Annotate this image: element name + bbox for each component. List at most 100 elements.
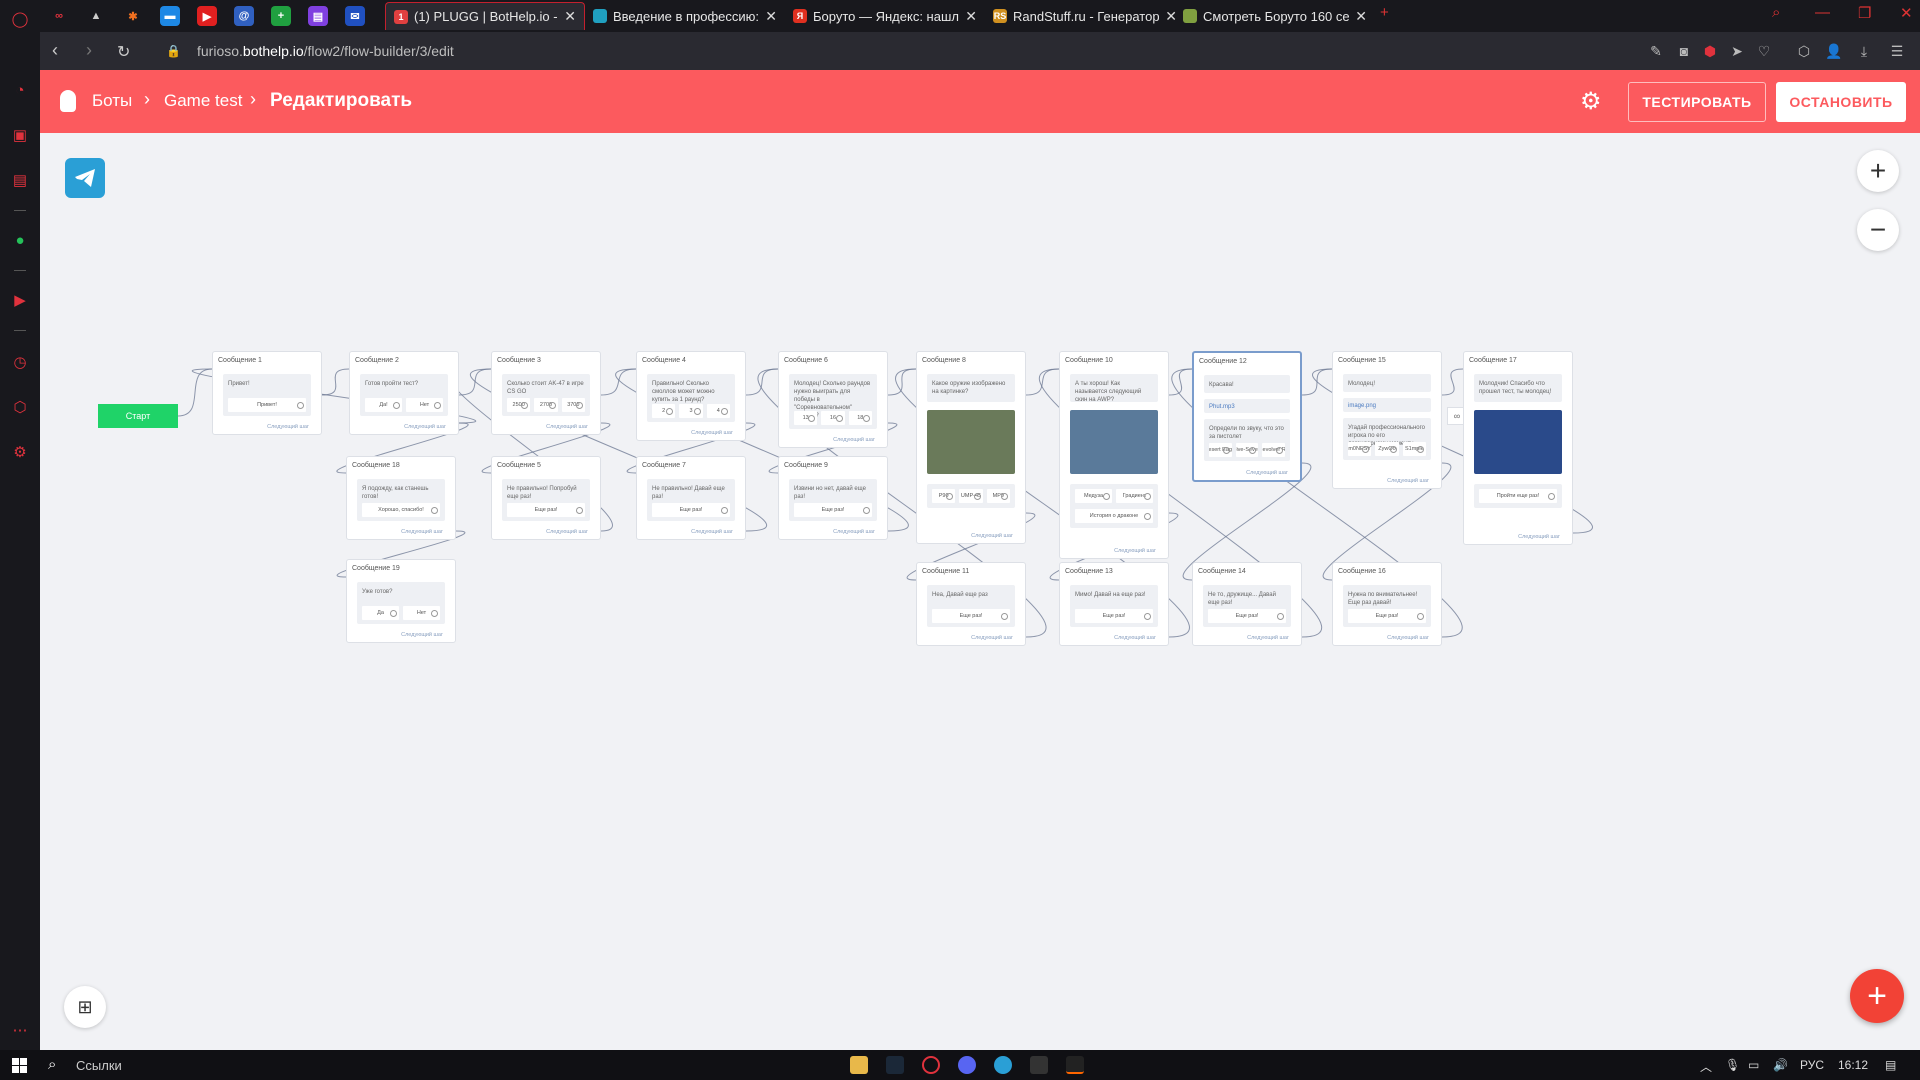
close-tab-icon[interactable]: ✕ [564,8,576,25]
close-tab-icon[interactable]: ✕ [1355,8,1367,25]
message-node[interactable]: Сообщение 9 Извини но нет, давай еще раз!… [778,456,888,540]
shop-icon[interactable]: ▣ [10,125,30,145]
message-node[interactable]: Сообщение 19 Уже готов? Да Нет Следующий шаг [346,559,456,643]
message-node[interactable]: Сообщение 15 Молодец! image.png Угадай проф… [1332,351,1442,489]
next-step-label[interactable]: Следующий шаг [546,424,588,430]
reply-button[interactable]: Да! [365,398,402,412]
pinned-tab-icon[interactable]: ▲ [86,6,106,26]
test-button[interactable]: ТЕСТИРОВАТЬ [1628,82,1766,122]
new-tab-icon[interactable]: + [1380,4,1389,21]
language-indicator[interactable]: РУС [1800,1058,1824,1072]
message-bubble[interactable]: Мимо! Давай на еще раз! Еще раз! [1070,585,1158,627]
next-step-label[interactable]: Следующий шаг [404,424,446,430]
reply-button[interactable]: Еще раз! [1208,609,1286,623]
next-step-label[interactable]: Следующий шаг [971,635,1013,641]
tray-chevron-icon[interactable]: ︿ [1700,1058,1712,1075]
restore-icon[interactable]: ❐ [1858,4,1871,22]
message-node[interactable]: Сообщение 13 Мимо! Давай на еще раз! Еще р… [1059,562,1169,646]
next-step-label[interactable]: Следующий шаг [1246,470,1288,476]
notifications-icon[interactable]: ▤ [1885,1058,1896,1072]
heart-icon[interactable]: ♡ [1755,42,1773,60]
attached-image[interactable] [1474,410,1562,474]
profile-icon[interactable]: 👤 [1825,42,1843,60]
player-icon[interactable]: ▶ [10,290,30,310]
next-step-label[interactable]: Следующий шаг [691,529,733,535]
reply-button[interactable]: Нет [403,606,440,620]
next-step-label[interactable]: Следующий шаг [401,529,443,535]
network-icon[interactable]: ▭ [1748,1058,1759,1072]
forward-icon[interactable]: › [86,40,92,61]
snapshot-icon[interactable]: ◙ [1675,42,1693,60]
reply-button[interactable]: MP9 [986,489,1010,503]
mic-icon[interactable]: 🎙 [1725,1058,1740,1072]
pinned-tab-icon[interactable]: ✱ [123,6,143,26]
reply-button[interactable]: P90 [932,489,956,503]
file-attachment[interactable]: Phut.mp3 [1204,399,1290,413]
buttons-bubble[interactable]: Пройти еще раз! [1474,484,1562,508]
shield-icon[interactable]: ⬢ [1701,42,1719,60]
attached-image[interactable] [927,410,1015,474]
next-step-label[interactable]: Следующий шаг [691,430,733,436]
next-step-label[interactable]: Следующий шаг [401,632,443,638]
message-bubble[interactable]: Сколько стоит AK-47 в игре CS GO 2500 2700… [502,374,590,416]
message-bubble[interactable]: Молодчик! Спасибо что прошел тест, ты мо… [1474,374,1562,402]
next-step-label[interactable]: Следующий шаг [1387,635,1429,641]
reply-button[interactable]: Еще раз! [794,503,872,517]
close-window-icon[interactable]: ✕ [1900,4,1913,22]
mail-icon[interactable]: ✉ [345,6,365,26]
twitch-tab-icon[interactable]: ▤ [308,6,328,26]
reply-button[interactable]: Revolver R8 [1262,443,1286,457]
message-bubble[interactable]: Молодец! [1343,374,1431,392]
reply-button[interactable]: 3 [679,404,703,418]
reply-button[interactable]: Еще раз! [1075,609,1153,623]
reply-button[interactable]: 3700 [561,398,585,412]
message-bubble[interactable]: Привет! Привет! [223,374,311,416]
pinned-tab-icon[interactable]: ▬ [160,6,180,26]
file-attachment[interactable]: image.png [1343,398,1431,412]
next-step-label[interactable]: Следующий шаг [1518,534,1560,540]
more-icon[interactable]: ⋯ [10,1020,30,1040]
explorer-icon[interactable] [850,1056,868,1074]
reply-button[interactable]: Desert Eagle [1209,443,1232,457]
breadcrumb-game-test[interactable]: Game test [164,91,242,111]
message-bubble[interactable]: Не то, дружище... Давай еще раз! Еще раз! [1203,585,1291,627]
reply-button[interactable]: История о драконе [1075,509,1153,523]
message-node[interactable]: Сообщение 6 Молодец! Сколько раундов нужн… [778,351,888,448]
message-node[interactable]: Сообщение 14 Не то, дружище... Давай еще … [1192,562,1302,646]
next-step-label[interactable]: Следующий шаг [1114,635,1156,641]
reply-button[interactable]: Градиент [1116,489,1153,503]
message-bubble[interactable]: Не правильно! Давай еще раз! Еще раз! [647,479,735,521]
back-icon[interactable]: ‹ [52,40,58,61]
taskbar-search-label[interactable]: Ссылки [76,1058,122,1073]
next-step-label[interactable]: Следующий шаг [833,529,875,535]
tab-bothelp[interactable]: 1 (1) PLUGG | BotHelp.io - Пе ✕ [385,2,585,30]
tab-yandex[interactable]: Я Боруто — Яндекс: нашлос ✕ [785,2,985,30]
message-bubble[interactable]: Извини но нет, давай еще раз! Еще раз! [789,479,877,521]
message-node[interactable]: Сообщение 17 Молодчик! Спасибо что прошел… [1463,351,1573,545]
reply-button[interactable]: Да [362,606,399,620]
next-step-label[interactable]: Следующий шаг [833,437,875,443]
reply-button[interactable]: ZywOo [1375,442,1399,456]
breadcrumb-bots[interactable]: Боты [92,91,132,111]
sheets-icon[interactable]: + [271,6,291,26]
opera-logo-icon[interactable]: ◯ [10,9,30,29]
message-bubble[interactable]: А ты хорош! Как называется следующий ски… [1070,374,1158,403]
message-node[interactable]: Сообщение 5 Не правильно! Попробуй еще ра… [491,456,601,540]
reply-button[interactable]: 2500 [507,398,531,412]
next-step-label[interactable]: Следующий шаг [546,529,588,535]
next-step-label[interactable]: Следующий шаг [1247,635,1289,641]
reply-button[interactable]: Еще раз! [507,503,585,517]
search-tabs-icon[interactable]: ⌕ [1772,4,1780,21]
message-bubble[interactable]: Угадай профессионального игрока по его л… [1343,418,1431,460]
stop-button[interactable]: ОСТАНОВИТЬ [1776,82,1906,122]
message-node[interactable]: Сообщение 10 А ты хорош! Как называется с… [1059,351,1169,559]
message-node[interactable]: Сообщение 4 Правильно! Сколько смоллов мо… [636,351,746,441]
tab-boruto[interactable]: Смотреть Боруто 160 сери ✕ [1175,2,1375,30]
telegram-taskbar-icon[interactable] [994,1056,1012,1074]
reply-button[interactable]: Хорошо, спасибо! [362,503,440,517]
volume-icon[interactable]: 🔊 [1773,1058,1788,1072]
edit-icon[interactable]: ✎ [1647,42,1665,60]
send-icon[interactable]: ➤ [1728,42,1746,60]
reply-button[interactable]: S1mple [1402,442,1426,456]
settings-icon[interactable]: ⚙ [10,442,30,462]
